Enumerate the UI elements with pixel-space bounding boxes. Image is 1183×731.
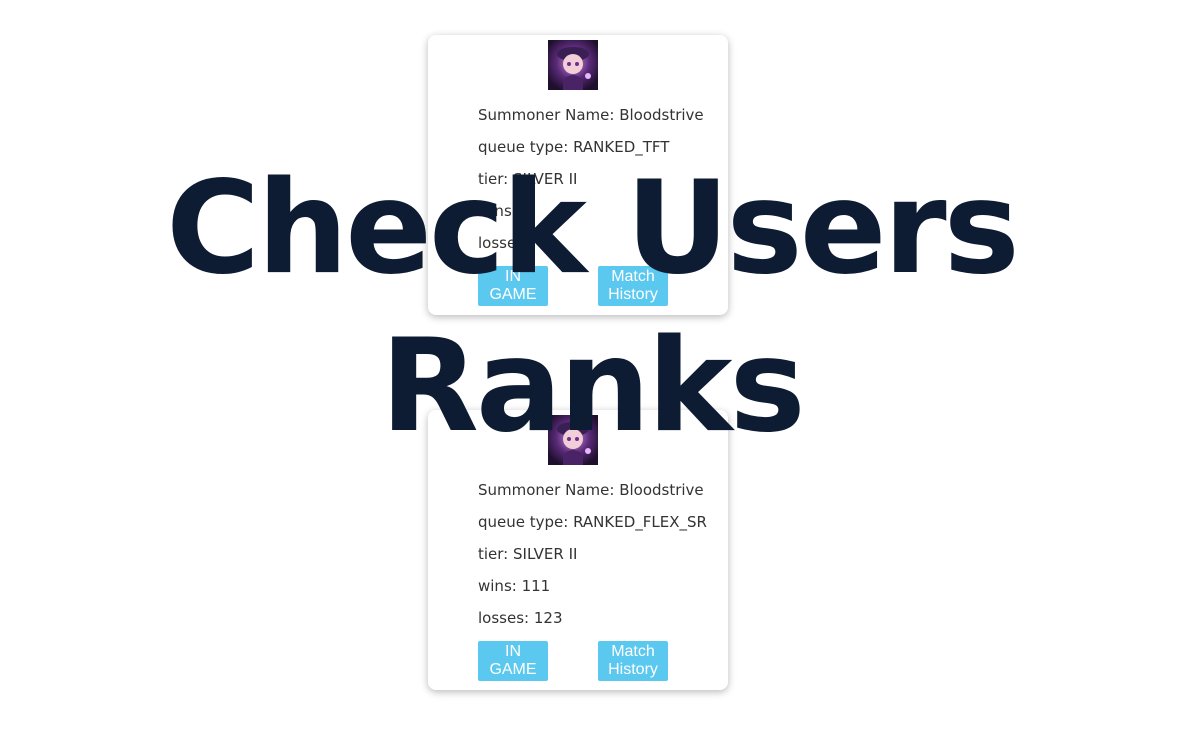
summoner-name-value: Bloodstrive: [619, 481, 704, 499]
rank-card-flex: Summoner Name: Bloodstrive queue type: R…: [428, 410, 728, 690]
summoner-name-value: Bloodstrive: [619, 106, 704, 124]
queue-type-value: RANKED_TFT: [573, 138, 670, 156]
tier-row: tier: SILVER II: [478, 538, 718, 570]
summoner-name-label: Summoner Name:: [478, 106, 615, 124]
match-history-button[interactable]: Match History: [598, 641, 668, 681]
wins-value: 9: [521, 202, 532, 220]
card-fields: Summoner Name: Bloodstrive queue type: R…: [478, 474, 718, 634]
losses-row: losses: 123: [478, 602, 718, 634]
in-game-button[interactable]: IN GAME: [478, 641, 548, 681]
tier-label: tier:: [478, 170, 509, 188]
tier-value: SILVER II: [513, 170, 578, 188]
queue-type-label: queue type:: [478, 513, 569, 531]
wins-row: wins: 111: [478, 570, 718, 602]
rank-card-tft: Summoner Name: Bloodstrive queue type: R…: [428, 35, 728, 315]
wins-label: wins:: [478, 577, 517, 595]
losses-label: losses:: [478, 234, 530, 252]
losses-label: losses:: [478, 609, 530, 627]
champion-portrait-icon: [548, 415, 598, 465]
wins-row: wins: 9: [478, 195, 718, 227]
card-fields: Summoner Name: Bloodstrive queue type: R…: [478, 99, 718, 259]
losses-row: losses:: [478, 227, 718, 259]
summoner-name-row: Summoner Name: Bloodstrive: [478, 474, 718, 506]
tier-label: tier:: [478, 545, 509, 563]
summoner-name-label: Summoner Name:: [478, 481, 615, 499]
page: Summoner Name: Bloodstrive queue type: R…: [0, 0, 1183, 731]
queue-type-label: queue type:: [478, 138, 569, 156]
losses-value: 123: [533, 609, 563, 627]
tier-value: SILVER II: [513, 545, 578, 563]
summoner-name-row: Summoner Name: Bloodstrive: [478, 99, 718, 131]
queue-type-value: RANKED_FLEX_SR: [573, 513, 707, 531]
queue-type-row: queue type: RANKED_FLEX_SR: [478, 506, 718, 538]
champion-portrait-icon: [548, 40, 598, 90]
match-history-button[interactable]: Match History: [598, 266, 668, 306]
wins-label: wins:: [478, 202, 517, 220]
in-game-button[interactable]: IN GAME: [478, 266, 548, 306]
queue-type-row: queue type: RANKED_TFT: [478, 131, 718, 163]
tier-row: tier: SILVER II: [478, 163, 718, 195]
wins-value: 111: [521, 577, 551, 595]
